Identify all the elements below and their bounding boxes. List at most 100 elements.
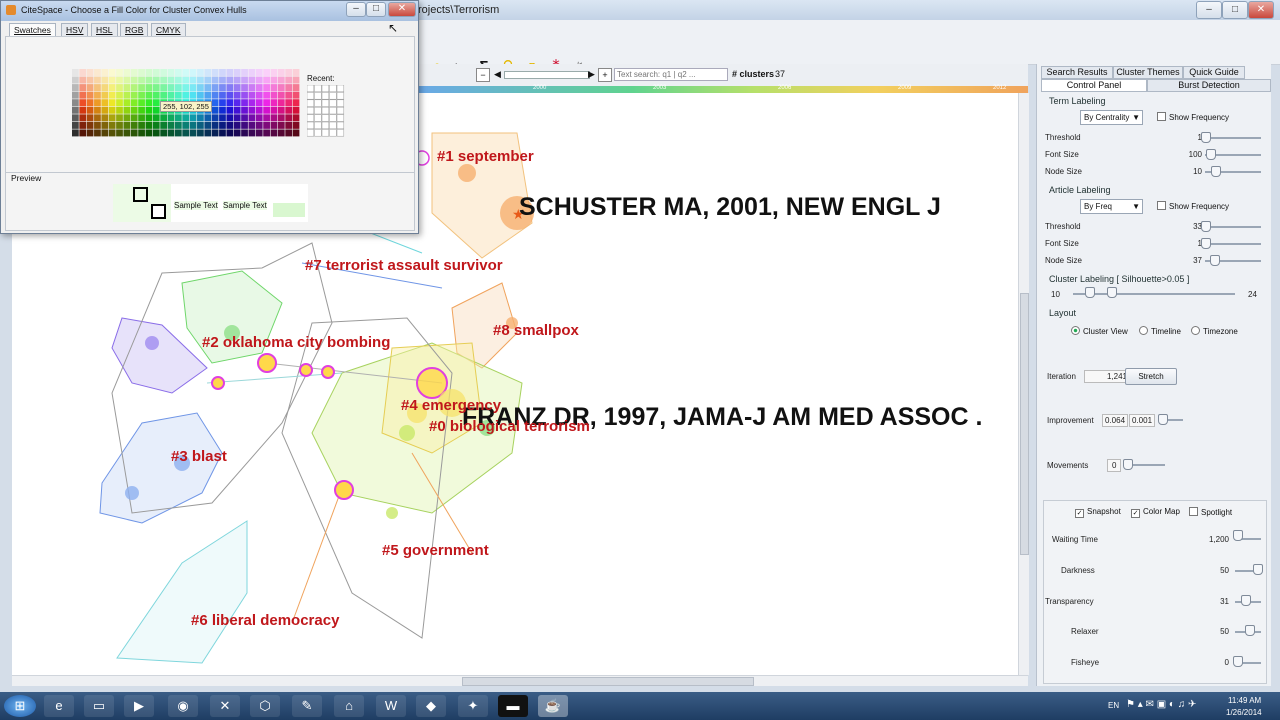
tab-hsl[interactable]: HSL (91, 23, 118, 37)
prev-arrow-icon[interactable]: ◀ (494, 69, 501, 80)
slider-knob[interactable] (1241, 595, 1251, 606)
timezone-radio[interactable]: Timezone (1191, 326, 1238, 336)
slider-knob[interactable] (1123, 459, 1133, 470)
cluster-label[interactable]: #7 terrorist assault survivor (305, 257, 503, 274)
article-font-size-slider[interactable] (1205, 243, 1261, 245)
recent-swatch (314, 121, 322, 130)
chrome-icon[interactable]: ◉ (168, 695, 198, 717)
color-swatch (123, 99, 131, 107)
cluster-label[interactable]: #1 september (437, 148, 534, 165)
article-labeling-select[interactable]: By Freq ▼ (1080, 199, 1143, 214)
xampp-icon[interactable]: ✕ (210, 695, 240, 717)
slider-knob[interactable] (1233, 656, 1243, 667)
slider-knob[interactable] (1107, 287, 1117, 298)
slider-knob[interactable] (1211, 166, 1221, 177)
dialog-close-button[interactable]: ✕ (388, 2, 416, 17)
tab-burst-detection[interactable]: Burst Detection (1147, 79, 1271, 92)
terminal-icon[interactable]: ▬ (498, 695, 528, 717)
tab-hsv[interactable]: HSV (61, 23, 89, 37)
tab-control-panel[interactable]: Control Panel (1041, 79, 1147, 92)
slider-knob[interactable] (1245, 625, 1255, 636)
term-show-frequency-checkbox[interactable]: Show Frequency (1157, 112, 1229, 122)
term-labeling-value: By Centrality (1084, 113, 1130, 122)
color-swatch (233, 129, 241, 137)
slider-knob[interactable] (1233, 530, 1243, 541)
java-app-icon[interactable]: ☕ (538, 695, 568, 717)
color-swatch (167, 114, 175, 122)
slider-knob[interactable] (1210, 255, 1220, 266)
close-button[interactable]: ✕ (1248, 1, 1274, 19)
slider-knob[interactable] (1158, 414, 1168, 425)
term-threshold-slider[interactable] (1205, 137, 1261, 139)
cluster-label[interactable]: #4 emergency (401, 397, 501, 414)
maximize-button[interactable]: □ (1222, 1, 1248, 19)
tab-quick-guide[interactable]: Quick Guide (1183, 66, 1245, 79)
slider-knob[interactable] (1253, 564, 1263, 575)
horizontal-scrollbar[interactable] (12, 675, 1028, 686)
media-player-icon[interactable]: ▶ (124, 695, 154, 717)
reference-label[interactable]: SCHUSTER MA, 2001, NEW ENGL J (519, 193, 941, 222)
text-search-input[interactable] (614, 68, 728, 81)
virtualbox-icon[interactable]: ⬡ (250, 695, 280, 717)
cluster-label[interactable]: #0 biological terrorism (429, 418, 590, 435)
slider-knob[interactable] (1201, 238, 1211, 249)
start-button[interactable]: ⊞ (4, 695, 36, 717)
color-swatch (241, 106, 248, 114)
tool-icon[interactable]: ◆ (416, 695, 446, 717)
cluster-label[interactable]: #6 liberal democracy (191, 612, 339, 629)
slider-knob[interactable] (1201, 221, 1211, 232)
cluster-label[interactable]: #3 blast (171, 448, 227, 465)
cluster-labeling-slider[interactable] (1073, 293, 1235, 295)
article-show-frequency-checkbox[interactable]: Show Frequency (1157, 201, 1229, 211)
dialog-minimize-button[interactable]: – (346, 2, 366, 17)
color-swatch (138, 69, 145, 76)
tab-cmyk[interactable]: CMYK (151, 23, 186, 37)
color-swatch (145, 91, 153, 99)
frame-slider[interactable] (504, 71, 590, 79)
color-swatch (211, 76, 219, 84)
term-labeling-select[interactable]: By Centrality ▼ (1080, 110, 1143, 125)
recent-swatches[interactable] (307, 85, 345, 137)
timeline-radio[interactable]: Timeline (1139, 326, 1181, 336)
zoom-out-icon[interactable]: − (476, 68, 490, 82)
tray-icons[interactable]: ⚑ ▴ ✉ ▣ ◐ ♫ ✈ (1126, 699, 1196, 710)
scroll-thumb[interactable] (1020, 293, 1029, 555)
word-icon[interactable]: W (376, 695, 406, 717)
color-map-checkbox[interactable]: ✓ Color Map (1131, 507, 1180, 518)
color-swatch (189, 114, 197, 122)
tool-icon[interactable]: ✦ (458, 695, 488, 717)
color-swatch (130, 91, 138, 99)
vertical-scrollbar[interactable] (1018, 93, 1029, 675)
stretch-button[interactable]: Stretch (1125, 368, 1177, 385)
scroll-thumb[interactable] (462, 677, 754, 686)
slider-knob[interactable] (1206, 149, 1216, 160)
tab-swatches[interactable]: Swatches (9, 23, 56, 37)
color-swatch (226, 121, 234, 129)
folder-icon[interactable]: ▭ (84, 695, 114, 717)
tab-search-results[interactable]: Search Results (1041, 66, 1113, 79)
network-icon[interactable]: ⌂ (334, 695, 364, 717)
cluster-label[interactable]: #8 smallpox (493, 322, 579, 339)
minimize-button[interactable]: – (1196, 1, 1222, 19)
clock-time[interactable]: 11:49 AM (1228, 696, 1261, 705)
zoom-in-icon[interactable]: + (598, 68, 612, 82)
cluster-label[interactable]: #2 oklahoma city bombing (202, 334, 390, 351)
color-swatch (277, 121, 285, 129)
app-icon[interactable]: ✎ (292, 695, 322, 717)
cluster-view-radio[interactable]: Cluster View (1071, 326, 1128, 336)
color-swatch (233, 114, 241, 122)
snapshot-checkbox[interactable]: ✓ Snapshot (1075, 507, 1121, 518)
cluster-label[interactable]: #5 government (382, 542, 489, 559)
slider-knob[interactable] (1201, 132, 1211, 143)
slider-knob[interactable] (1085, 287, 1095, 298)
color-swatch (86, 106, 94, 114)
clock-date[interactable]: 1/26/2014 (1226, 708, 1262, 717)
next-arrow-icon[interactable]: ▶ (588, 69, 595, 80)
article-threshold-slider[interactable] (1205, 226, 1261, 228)
dialog-maximize-button[interactable]: □ (366, 2, 386, 17)
tab-cluster-themes[interactable]: Cluster Themes (1113, 66, 1183, 79)
tab-rgb[interactable]: RGB (120, 23, 149, 37)
ie-icon[interactable]: e (44, 695, 74, 717)
language-indicator[interactable]: EN (1108, 701, 1119, 710)
spotlight-checkbox[interactable]: Spotlight (1189, 507, 1232, 517)
